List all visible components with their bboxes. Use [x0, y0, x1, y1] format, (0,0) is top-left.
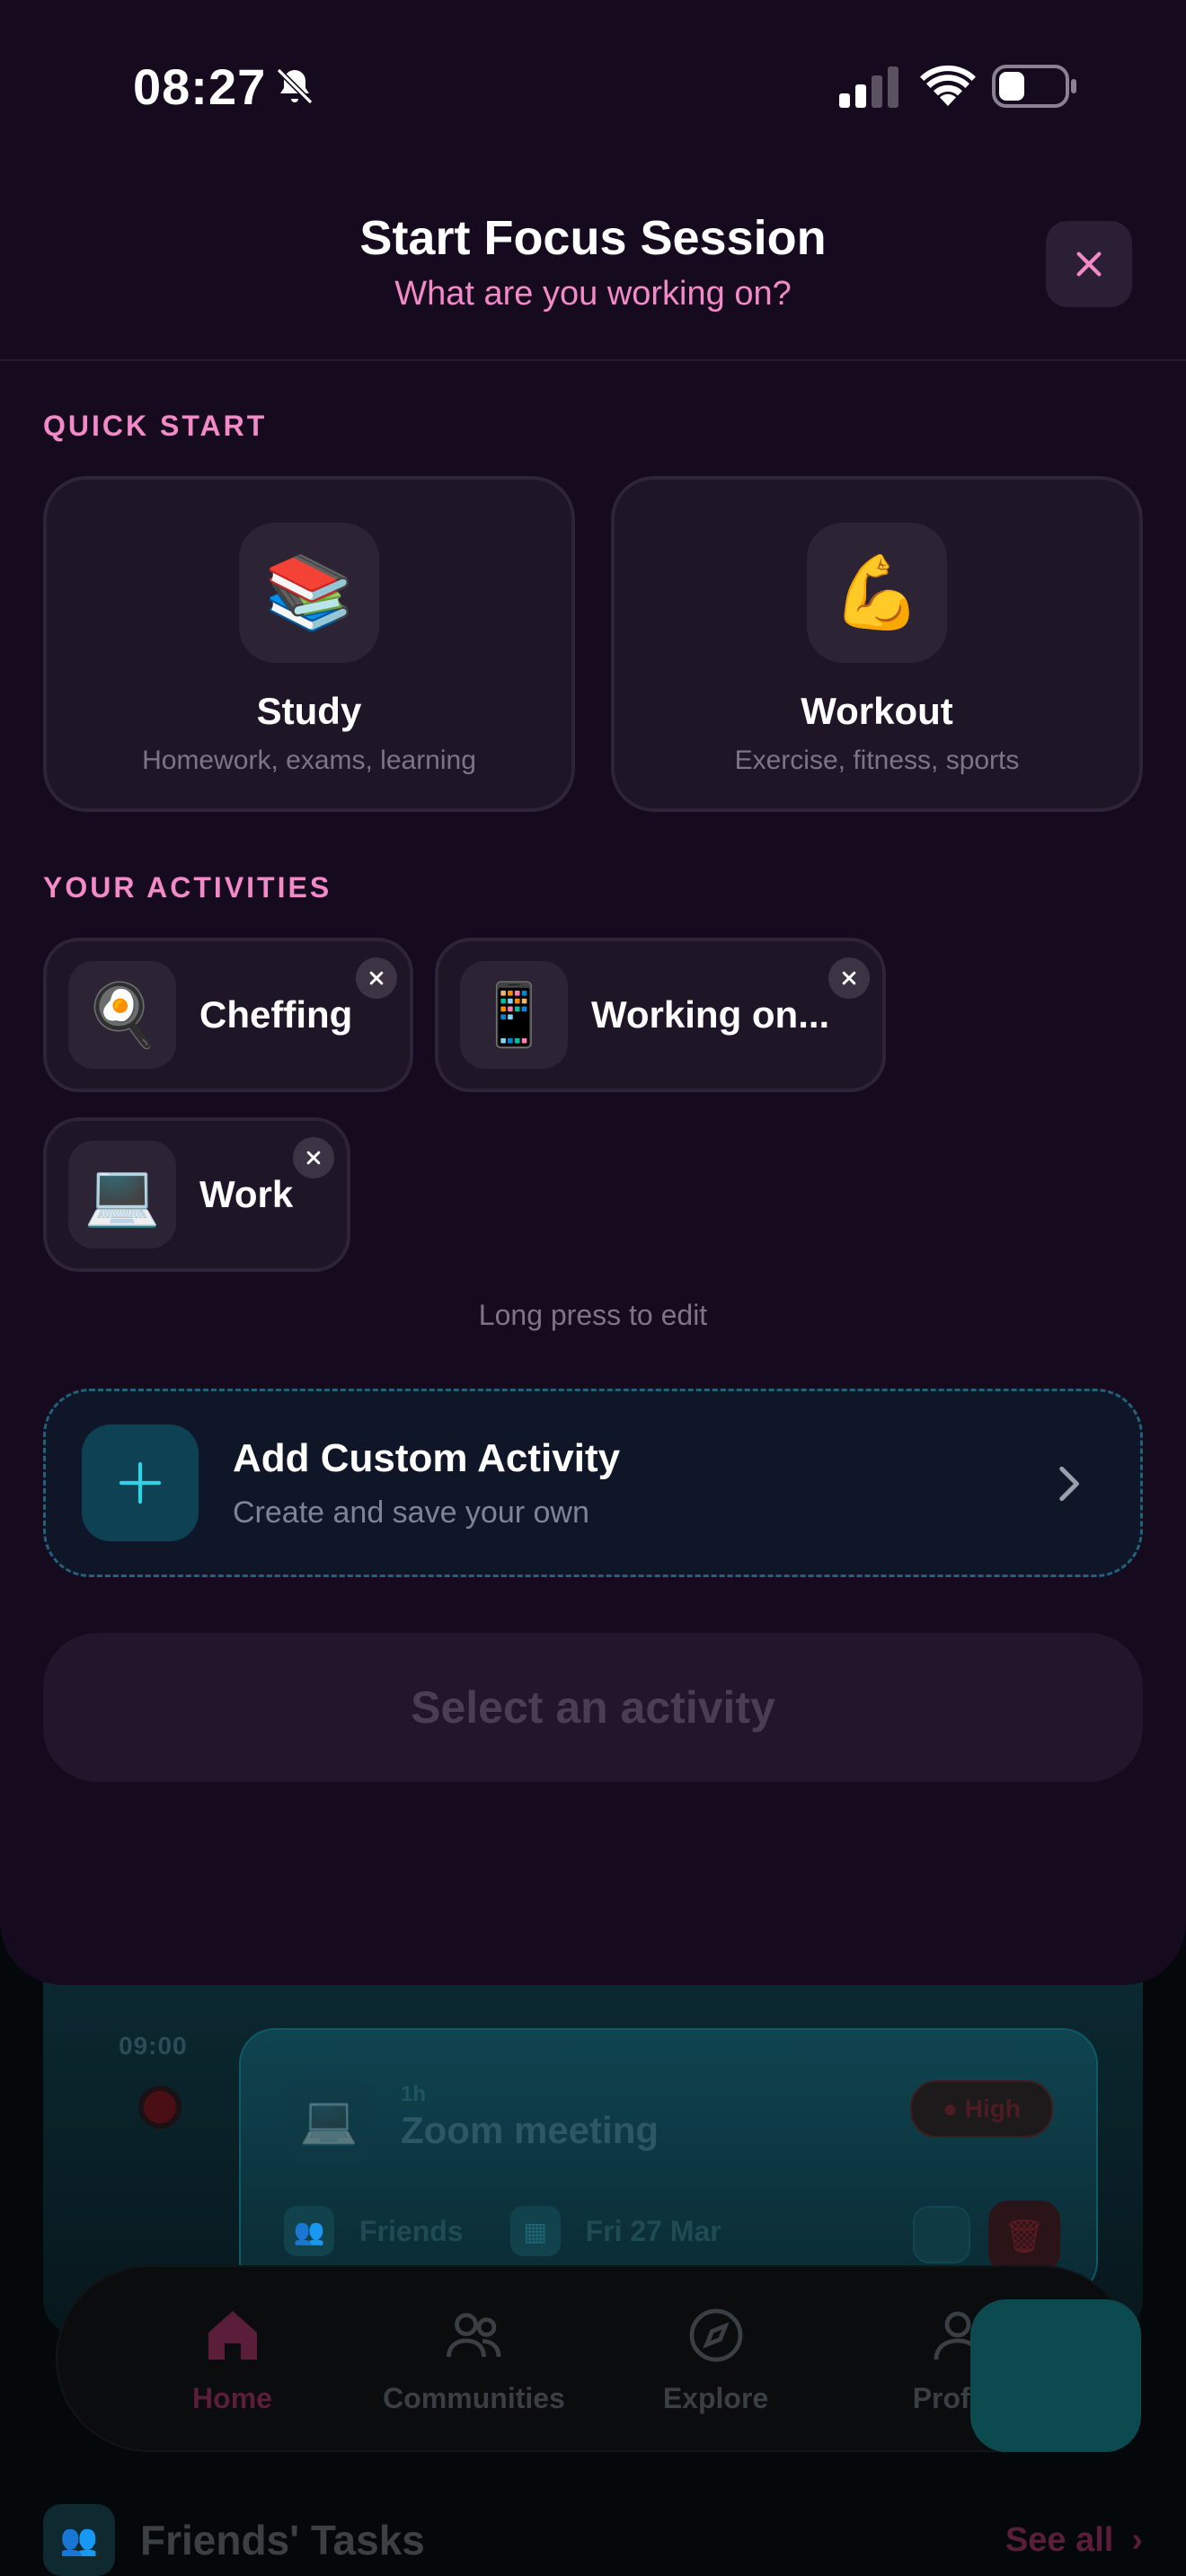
activity-label: Working on...: [591, 993, 830, 1036]
activity-label: Work: [199, 1173, 294, 1215]
cellular-signal-icon: [839, 66, 898, 108]
add-custom-subtitle: Create and save your own: [233, 1495, 589, 1530]
event-duration: 1h: [401, 2082, 427, 2106]
remove-activity-button[interactable]: [293, 1137, 334, 1178]
trash-icon: 🗑: [1004, 2218, 1045, 2254]
laptop-icon: 💻: [284, 2075, 374, 2165]
friends-tasks-title: Friends' Tasks: [140, 2517, 425, 2563]
quick-start-label: QUICK START: [43, 410, 268, 442]
add-custom-activity-button[interactable]: Add Custom Activity Create and save your…: [43, 1389, 1143, 1577]
quick-start-title: Study: [256, 690, 362, 732]
your-activities-label: YOUR ACTIVITIES: [43, 871, 332, 904]
people-icon: [446, 2312, 500, 2357]
close-icon: [1076, 251, 1102, 277]
timeline-time: 09:00: [119, 2032, 188, 2060]
priority-badge: ● High: [910, 2080, 1053, 2138]
close-button[interactable]: [1046, 221, 1132, 307]
close-icon: [369, 971, 384, 985]
tab-communities-label: Communities: [383, 2381, 565, 2414]
mobile-phone-icon: 📱: [460, 961, 568, 1069]
people-icon: 👥: [284, 2206, 334, 2256]
header-divider: [0, 359, 1186, 361]
books-icon: 📚: [239, 523, 379, 663]
activity-chip-working-on[interactable]: 📱 Working on...: [435, 938, 886, 1092]
status-time: 08:27: [133, 58, 267, 115]
compass-icon: [689, 2308, 742, 2361]
quick-start-description: Homework, exams, learning: [142, 745, 476, 775]
friends-tasks-section: 👥 Friends' Tasks See all ›: [43, 2504, 1143, 2576]
delete-event-button: 🗑: [988, 2201, 1060, 2272]
battery-icon: [992, 65, 1076, 108]
edit-hint: Long press to edit: [478, 1299, 708, 1331]
chevron-right-icon: ›: [1131, 2520, 1143, 2559]
calendar-icon: ▦: [509, 2206, 561, 2256]
edit-event-button: [913, 2206, 970, 2263]
people-icon: 👥: [43, 2504, 115, 2576]
chevron-right-icon: [1059, 1466, 1079, 1502]
focus-session-sheet: 08:27 Start Focus Session What are you w…: [0, 0, 1186, 1985]
status-bar: 08:27: [0, 0, 1186, 171]
frying-pan-icon: 🍳: [68, 961, 176, 1069]
activity-chip-cheffing[interactable]: 🍳 Cheffing: [43, 938, 413, 1092]
laptop-icon: 💻: [68, 1141, 176, 1248]
remove-activity-button[interactable]: [356, 957, 397, 999]
remove-activity-button[interactable]: [828, 957, 870, 999]
bell-slash-icon: [276, 67, 314, 105]
priority-label: High: [964, 2095, 1021, 2122]
add-custom-texts: Add Custom Activity Create and save your…: [233, 1436, 620, 1531]
timeline-dot: [138, 2086, 181, 2129]
select-activity-button[interactable]: Select an activity: [43, 1633, 1143, 1782]
tab-explore-label: Explore: [662, 2381, 769, 2414]
floating-action-button: [970, 2299, 1141, 2452]
see-all-link: See all ›: [1005, 2521, 1143, 2560]
close-icon: [842, 971, 856, 985]
page-subtitle: What are you working on?: [394, 275, 792, 313]
quick-start-workout[interactable]: 💪 Workout Exercise, fitness, sports: [611, 476, 1143, 812]
quick-start-study[interactable]: 📚 Study Homework, exams, learning: [43, 476, 575, 812]
plus-icon: [82, 1425, 199, 1541]
event-chips: 👥 Friends ▦ Fri 27 Mar: [284, 2206, 743, 2256]
activity-chip-work[interactable]: 💻 Work: [43, 1117, 350, 1272]
flexed-biceps-icon: 💪: [807, 523, 947, 663]
event-card: 💻 1h Zoom meeting ● High 👥 Friends ▦ Fri…: [239, 2028, 1098, 2298]
see-all-label: See all: [1005, 2520, 1114, 2559]
close-icon: [306, 1151, 321, 1165]
event-title: Zoom meeting: [401, 2109, 659, 2151]
tab-communities: Communities: [358, 2303, 591, 2415]
home-icon: [208, 2310, 257, 2360]
add-custom-title: Add Custom Activity: [233, 1435, 621, 1480]
wifi-icon: [920, 65, 976, 106]
tab-home: Home: [116, 2303, 350, 2415]
event-date: Fri 27 Mar: [585, 2214, 721, 2247]
quick-start-description: Exercise, fitness, sports: [734, 745, 1020, 775]
quick-start-title: Workout: [801, 690, 953, 732]
event-visibility: Friends: [359, 2214, 464, 2247]
tab-explore: Explore: [599, 2303, 833, 2415]
activity-label: Cheffing: [199, 993, 353, 1036]
tab-home-label: Home: [192, 2381, 272, 2414]
page-title: Start Focus Session: [359, 211, 827, 265]
